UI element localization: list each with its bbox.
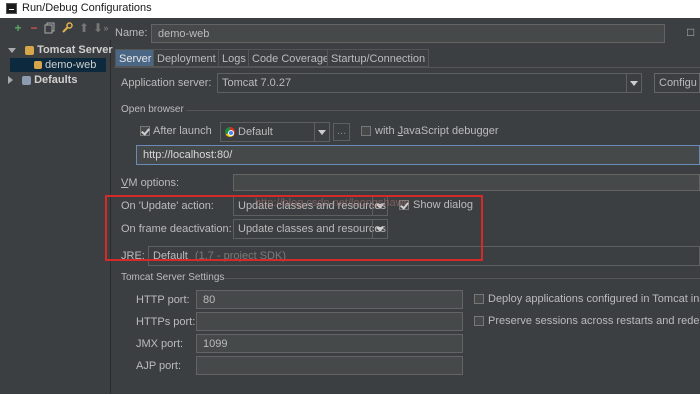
- config-tree: Tomcat Server demo-web Defaults: [0, 40, 113, 394]
- app-icon: [6, 3, 17, 14]
- https-port-field[interactable]: [196, 312, 463, 331]
- deploy-apps-label: Deploy applications configured in Tomcat…: [488, 293, 700, 305]
- jmx-port-field[interactable]: 1099: [196, 334, 463, 353]
- wrench-icon[interactable]: [61, 22, 73, 34]
- js-debugger-label: with JavaScript debugger: [375, 125, 499, 137]
- after-launch-checkbox[interactable]: [140, 126, 150, 136]
- vm-options-label: VM options:: [121, 177, 180, 189]
- open-browser-separator: [186, 110, 700, 111]
- tab-server[interactable]: Server: [115, 49, 156, 67]
- chevron-down-icon: [626, 74, 641, 92]
- tomcat-settings-separator: [224, 278, 700, 279]
- app-server-label: Application server:: [121, 77, 212, 89]
- tree-item-defaults[interactable]: Defaults: [8, 73, 77, 87]
- tomcat-icon: [25, 45, 35, 55]
- configure-button[interactable]: Configu: [654, 73, 700, 93]
- https-port-label: HTTPs port:: [136, 316, 196, 328]
- http-port-field[interactable]: 80: [196, 290, 463, 309]
- tab-code-coverage[interactable]: Code Coverage: [248, 49, 334, 67]
- tomcat-settings-label: Tomcat Server Settings: [121, 272, 225, 283]
- ajp-port-label: AJP port:: [136, 360, 182, 372]
- jmx-port-label: JMX port:: [136, 338, 184, 350]
- share-checkbox[interactable]: □: [687, 25, 694, 39]
- name-field[interactable]: demo-web: [151, 24, 665, 43]
- open-browser-label: Open browser: [121, 104, 184, 115]
- dialog-window: + − ⬆ ⬇ » Tomcat Server demo-web Default…: [0, 18, 700, 394]
- chrome-icon: [225, 127, 235, 138]
- watermark-text: http://blog.csdn.net/loongshawn: [255, 197, 410, 209]
- window-title: Run/Debug Configurations: [22, 2, 152, 14]
- http-port-label: HTTP port:: [136, 294, 190, 306]
- browser-select[interactable]: Default: [220, 122, 330, 142]
- browser-more-button[interactable]: ...: [333, 123, 350, 141]
- vm-options-field[interactable]: [233, 174, 700, 191]
- app-server-select[interactable]: Tomcat 7.0.27: [217, 73, 642, 93]
- tab-deployment[interactable]: Deployment: [153, 49, 220, 67]
- tree-item-tomcat-server[interactable]: Tomcat Server: [8, 43, 113, 57]
- copy-icon[interactable]: [44, 22, 56, 34]
- js-debugger-checkbox[interactable]: [361, 126, 371, 136]
- config-toolbar: + − ⬆ ⬇ »: [0, 18, 110, 40]
- tab-logs[interactable]: Logs: [218, 49, 250, 67]
- preserve-sessions-label: Preserve sessions across restarts and re…: [488, 315, 700, 327]
- tab-startup-connection[interactable]: Startup/Connection: [327, 49, 430, 67]
- window-titlebar: Run/Debug Configurations: [0, 0, 700, 18]
- browser-url-field[interactable]: http://localhost:80/: [136, 145, 700, 165]
- deploy-apps-checkbox[interactable]: [474, 294, 484, 304]
- after-launch-label: After launch: [153, 125, 212, 137]
- expand-arrow-icon[interactable]: [8, 47, 16, 53]
- tomcat-icon: [34, 61, 42, 70]
- tree-item-demo-web[interactable]: demo-web: [10, 58, 106, 72]
- remove-icon[interactable]: −: [28, 22, 40, 34]
- add-icon[interactable]: +: [12, 22, 24, 34]
- preserve-sessions-checkbox[interactable]: [474, 316, 484, 326]
- move-up-icon[interactable]: ⬆: [78, 22, 90, 34]
- ajp-port-field[interactable]: [196, 356, 463, 375]
- chevron-down-icon: [314, 123, 329, 141]
- defaults-icon: [22, 75, 32, 85]
- name-label: Name:: [115, 27, 148, 39]
- collapse-arrow-icon[interactable]: [8, 76, 13, 85]
